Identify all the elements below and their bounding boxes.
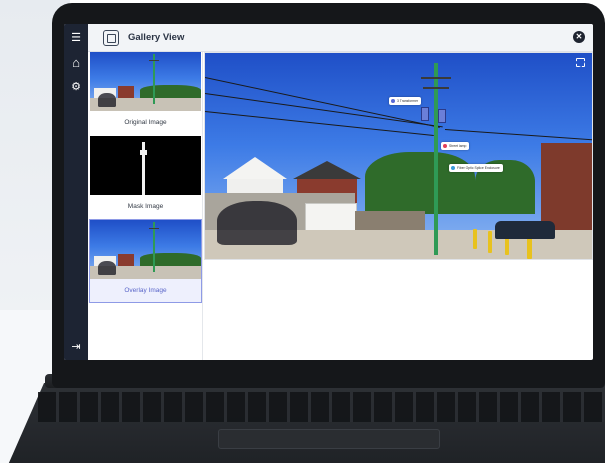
top-bar: Gallery View ✕ bbox=[88, 24, 593, 52]
tag-label: Fiber Optic Splice Enclosure bbox=[457, 166, 500, 170]
tag-dot-icon bbox=[391, 99, 395, 103]
laptop-keyboard bbox=[38, 392, 604, 422]
tag-label: 3 Transformer bbox=[397, 99, 419, 103]
gallery-list: Original Image Mask Image Overlay Image bbox=[88, 52, 203, 360]
overlay-image-thumbnail bbox=[90, 220, 201, 279]
image-viewer[interactable]: 3 Transformer Street lamp Fiber Optic Sp… bbox=[204, 52, 593, 260]
gallery-card-label: Mask Image bbox=[90, 195, 201, 218]
tag-dot-icon bbox=[451, 166, 455, 170]
gear-icon[interactable]: ⚙ bbox=[69, 80, 83, 94]
app-logo-icon bbox=[103, 30, 119, 46]
gallery-card-label: Overlay Image bbox=[90, 279, 201, 302]
logout-icon[interactable]: ⇥ bbox=[68, 340, 84, 354]
detection-tag[interactable]: Street lamp bbox=[441, 142, 470, 150]
page-title: Gallery View bbox=[128, 32, 185, 43]
gallery-card-overlay[interactable]: Overlay Image bbox=[89, 219, 202, 303]
gallery-card-label: Original Image bbox=[90, 111, 201, 134]
detection-tag[interactable]: 3 Transformer bbox=[389, 97, 422, 105]
nav-sidebar: ☰ ⌂ ⚙ ⇥ bbox=[64, 24, 88, 360]
app-screen: ☰ ⌂ ⚙ ⇥ Gallery View ✕ Original Image Ma… bbox=[64, 24, 593, 360]
original-image-thumbnail bbox=[90, 52, 201, 111]
close-button[interactable]: ✕ bbox=[573, 31, 585, 43]
home-icon[interactable]: ⌂ bbox=[69, 55, 83, 69]
laptop-trackpad bbox=[218, 429, 440, 449]
tag-label: Street lamp bbox=[449, 144, 467, 148]
gallery-card-original[interactable]: Original Image bbox=[90, 52, 201, 134]
mask-image-thumbnail bbox=[90, 136, 201, 195]
tag-dot-icon bbox=[443, 144, 447, 148]
menu-icon[interactable]: ☰ bbox=[69, 31, 83, 45]
detection-tag[interactable]: Fiber Optic Splice Enclosure bbox=[449, 164, 503, 172]
gallery-card-mask[interactable]: Mask Image bbox=[90, 136, 201, 218]
